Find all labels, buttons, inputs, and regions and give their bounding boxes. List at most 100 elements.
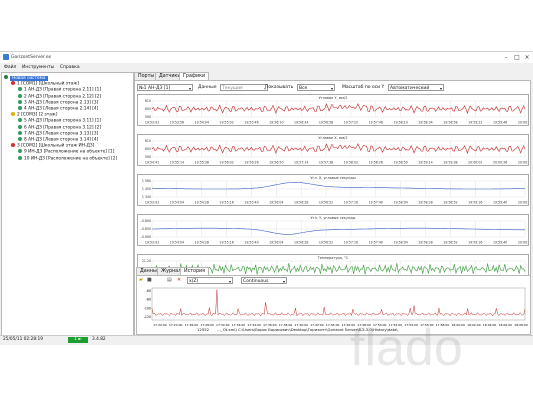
x-tick-label: 19:53:41 — [145, 121, 159, 125]
tree-node[interactable]: 6 АН-ДЗ [Правая сторона 3.12] [2] — [18, 124, 101, 130]
x-tick-label: 19:56:50 — [269, 161, 283, 165]
tree-node[interactable]: 5 АН-ДЗ [Правая сторона 3.11] [1] — [18, 118, 101, 124]
x-tick-label: 19:57:46 — [369, 121, 383, 125]
y-tick-label: 1 450 — [142, 187, 151, 191]
x-tick-label: 18:06:00 — [499, 323, 513, 327]
plot-frame — [151, 287, 526, 321]
x-tick-label: 19:59:22 — [468, 121, 482, 125]
history-chart[interactable]: -60-80-100-12017:22:00 17:24:00 17:26:00 17… — [138, 285, 529, 327]
tree-node-label: 7 АН-ДЗ [Левая сторона 3.13] [3] — [24, 131, 99, 137]
x-tick-label: 19:55:38 — [195, 161, 209, 165]
x-tick-label: 19:57:40 — [369, 241, 383, 245]
sensor-chart[interactable]: 19:53:41 19:54:04 19:54:28 19:55:16 19:55:40… — [137, 214, 529, 246]
x-tick-label: 20:00:26 — [493, 161, 507, 165]
x-tick-label: 19:58:02 — [344, 161, 358, 165]
save-icon[interactable]: ■ — [147, 277, 152, 283]
x-tick-label: 19:54:28 — [195, 201, 209, 205]
tree-node[interactable]: 2 АН-ДЗ [Правая сторона 2.12] [2] — [18, 93, 101, 99]
sensor-chart[interactable]: 19:54:41 19:55:14 19:55:38 19:56:02 19:56:26… — [137, 134, 529, 166]
x-tick-label: 19:56:04 — [269, 201, 283, 205]
x-tick-label: 19:53:41 — [145, 201, 159, 205]
close-button[interactable]: × — [522, 53, 532, 62]
x-tick-label: 19:55:40 — [244, 241, 258, 245]
menu-tools[interactable]: Инструменты — [22, 64, 54, 71]
x-tick-label: 19:57:14 — [294, 161, 308, 165]
y-tick-label: 590 — [145, 115, 151, 119]
tree-node[interactable]: 4 АН-ДЗ [Левая сторона 2.14] [4] — [18, 106, 98, 112]
status-dot-icon — [11, 81, 15, 86]
scale-select-value: Автоматический — [390, 86, 430, 91]
y-tick-label: 1 340 — [142, 195, 151, 199]
tree-node[interactable]: 10 ИН-ДЗ [Расположение на объекте] [2] — [18, 155, 117, 161]
history-panel: ▰ ■ ▤ ✕ x(Z) ▾ Continuous ▾ -60 -80 -100 -1… — [136, 275, 531, 335]
tree-node[interactable]: 3 АН-ДЗ [Левая сторона 2.13] [3] — [18, 99, 99, 106]
chart-title: Температура, °С — [317, 256, 349, 260]
x-tick-label: 19:59:16 — [468, 241, 482, 245]
mode-select[interactable]: Continuous ▾ — [241, 277, 287, 284]
print-icon[interactable]: ▤ — [167, 277, 172, 283]
menu-bar: Файл Инструменты Справка — [0, 64, 533, 71]
x-tick-label: 19:59:16 — [468, 201, 482, 205]
tree-node-label: 3 АН-ДЗ [Левая сторона 2.13] [3] — [24, 100, 99, 106]
tree-node-label: 2 [COM3] [2 этаж] — [17, 112, 58, 118]
y-tick-label: 590 — [145, 155, 151, 159]
maximize-button[interactable]: □ — [512, 53, 522, 62]
status-dot-icon — [18, 149, 22, 154]
sensor-chart[interactable]: 19:53:41 19:54:04 19:54:28 19:55:16 19:55:40… — [137, 174, 529, 206]
x-tick-label: 19:57:16 — [344, 201, 358, 205]
tree-node-label: 1 АН-ДЗ [Правая сторона 2.11] [1] — [24, 87, 102, 93]
chart-title: Угловое X, мм/2 — [318, 136, 348, 140]
x-tick-label: 19:56:34 — [294, 121, 308, 125]
show-select-value: Все — [299, 86, 308, 91]
x-tick-label: 17:22:00 — [153, 323, 167, 327]
x-tick-label: 19:54:04 — [170, 201, 184, 205]
scale-select[interactable]: Автоматический ▾ — [388, 84, 444, 91]
status-dot-icon — [4, 75, 8, 79]
series-line — [151, 103, 526, 115]
status-dot-icon — [18, 93, 22, 98]
x-tick-label: 19:57:40 — [369, 201, 383, 205]
tree-node[interactable]: 8 АН-ДЗ [Левая сторона 3.14] [4] — [18, 137, 98, 143]
x-tick-label: 19:57:22 — [344, 121, 358, 125]
menu-help[interactable]: Справка — [60, 64, 80, 71]
tree-node[interactable]: Новая система — [4, 75, 48, 81]
x-tick-label: 19:56:52 — [319, 201, 333, 205]
x-tick-label: 19:56:26 — [244, 161, 258, 165]
app-icon — [3, 54, 9, 60]
chart-title: Угл. X, угловые секунды — [310, 176, 356, 180]
chevron-down-icon: ▾ — [228, 279, 231, 284]
y-tick-label: -80 — [146, 298, 151, 302]
tree-node[interactable]: 1 [COM1] [Школьный этаж] — [11, 81, 79, 87]
x-tick-label: 19:54:04 — [170, 241, 184, 245]
sensor-chart[interactable]: 19:53:41 19:53:56 19:54:04 19:55:02 19:55:46… — [137, 94, 529, 126]
tree-node[interactable]: 1 АН-ДЗ [Правая сторона 2.11] [1] — [18, 87, 102, 93]
folder-icon[interactable]: ▰ — [139, 277, 143, 283]
y-tick-label: -60 — [146, 289, 151, 293]
sensor-select-value: №1 АН-ДЗ [1] — [139, 86, 171, 91]
x-tick-label: 19:56:58 — [319, 121, 333, 125]
x-tick-label: 20:00:04 — [518, 161, 528, 165]
tree-node[interactable]: 7 АН-ДЗ [Левая сторона 3.13] [3] — [18, 130, 99, 137]
close-icon[interactable]: ✕ — [177, 277, 181, 283]
axis-select[interactable]: x(Z) ▾ — [187, 277, 233, 284]
tree-node[interactable]: 9 ИН-ДЗ [Расположение на объекте] [1] — [18, 149, 114, 155]
x-tick-label: 19:58:10 — [394, 121, 408, 125]
series-line — [152, 182, 526, 190]
title-bar: GorizontServer.ex – □ × — [0, 52, 533, 63]
sensor-select[interactable]: №1 АН-ДЗ [1] ▾ — [137, 84, 193, 91]
status-dot-icon — [18, 155, 22, 160]
x-tick-label: 19:55:16 — [219, 241, 233, 245]
x-tick-label: 19:57:16 — [344, 241, 358, 245]
tree-node[interactable]: 3 [COM2] [Школьный этаж ИН-ДЗ] — [11, 143, 95, 149]
tree-node-label: 3 [COM2] [Школьный этаж ИН-ДЗ] — [17, 143, 95, 149]
show-select[interactable]: Все ▾ — [297, 84, 335, 91]
tree-node[interactable]: 2 [COM3] [2 этаж] — [11, 112, 58, 118]
x-tick-label: 19:57:38 — [319, 161, 333, 165]
scale-label: Масштаб по оси Y — [342, 85, 385, 90]
menu-file[interactable]: Файл — [4, 64, 16, 71]
x-tick-label: 19:58:34 — [418, 121, 432, 125]
minimize-button[interactable]: – — [501, 53, 511, 62]
app-window: GorizontServer.ex – □ × Файл Инструменты… — [0, 51, 533, 345]
data-select[interactable]: Текущие ▾ — [220, 84, 268, 91]
x-tick-label: 20:00:02 — [468, 161, 482, 165]
